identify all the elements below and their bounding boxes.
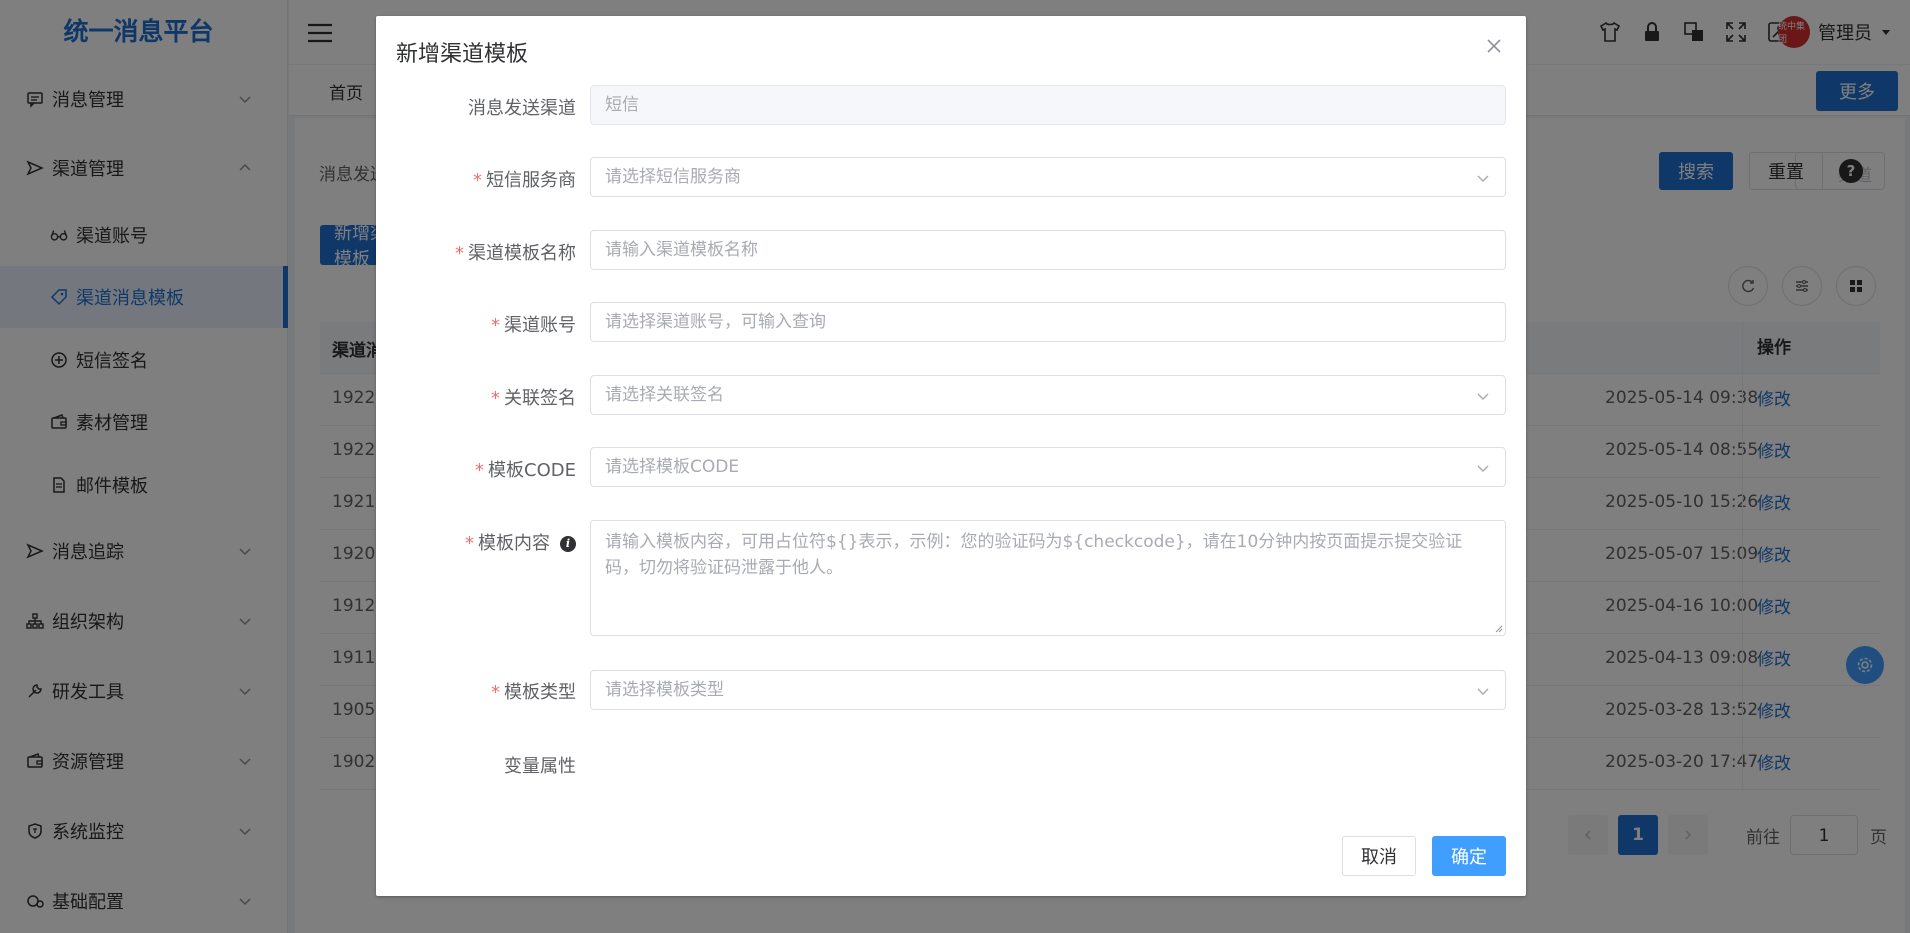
- required-mark: *: [491, 315, 500, 336]
- resize-handle-icon[interactable]: [1493, 623, 1503, 633]
- channel-field: 短信: [590, 85, 1506, 125]
- signature-label: * 关联签名: [491, 388, 576, 409]
- signature-select[interactable]: 请选择关联签名: [590, 375, 1506, 415]
- chevron-down-icon: [1477, 465, 1489, 472]
- template-name-input[interactable]: 请输入渠道模板名称: [590, 230, 1506, 270]
- chevron-down-icon: [1477, 175, 1489, 182]
- required-mark: *: [491, 682, 500, 703]
- type-label: * 模板类型: [491, 682, 576, 703]
- code-label: * 模板CODE: [475, 460, 576, 481]
- info-icon[interactable]: i: [560, 535, 576, 552]
- signature-placeholder: 请选择关联签名: [605, 385, 724, 405]
- channel-label: 消息发送渠道: [468, 98, 576, 119]
- required-mark: *: [465, 533, 474, 554]
- required-mark: *: [455, 243, 464, 264]
- account-select[interactable]: 请选择渠道账号，可输入查询: [590, 302, 1506, 342]
- provider-label: * 短信服务商: [473, 170, 576, 191]
- cancel-button[interactable]: 取消: [1342, 836, 1416, 876]
- chevron-down-icon: [1477, 393, 1489, 400]
- chevron-down-icon: [1477, 688, 1489, 695]
- code-select[interactable]: 请选择模板CODE: [590, 447, 1506, 487]
- dialog-title: 新增渠道模板: [396, 42, 529, 67]
- variables-label: 变量属性: [504, 756, 576, 777]
- provider-select[interactable]: 请选择短信服务商: [590, 157, 1506, 197]
- type-placeholder: 请选择模板类型: [605, 680, 724, 700]
- add-template-dialog: 新增渠道模板 消息发送渠道 短信 * 短信服务商 请选择短信服务商 * 渠道模板名称…: [376, 16, 1526, 896]
- required-mark: *: [491, 388, 500, 409]
- type-select[interactable]: 请选择模板类型: [590, 670, 1506, 710]
- content-placeholder: 请输入模板内容，可用占位符${}表示，示例：您的验证码为${checkcode}…: [605, 532, 1463, 578]
- account-label: * 渠道账号: [491, 315, 576, 336]
- required-mark: *: [473, 170, 482, 191]
- provider-placeholder: 请选择短信服务商: [605, 167, 741, 187]
- required-mark: *: [475, 460, 485, 481]
- confirm-button[interactable]: 确定: [1432, 836, 1506, 876]
- close-icon[interactable]: [1484, 36, 1504, 56]
- content-label: * 模板内容 i: [376, 529, 576, 555]
- template-content-textarea[interactable]: 请输入模板内容，可用占位符${}表示，示例：您的验证码为${checkcode}…: [590, 520, 1506, 636]
- template-name-label: * 渠道模板名称: [455, 243, 576, 264]
- code-placeholder: 请选择模板CODE: [605, 457, 740, 477]
